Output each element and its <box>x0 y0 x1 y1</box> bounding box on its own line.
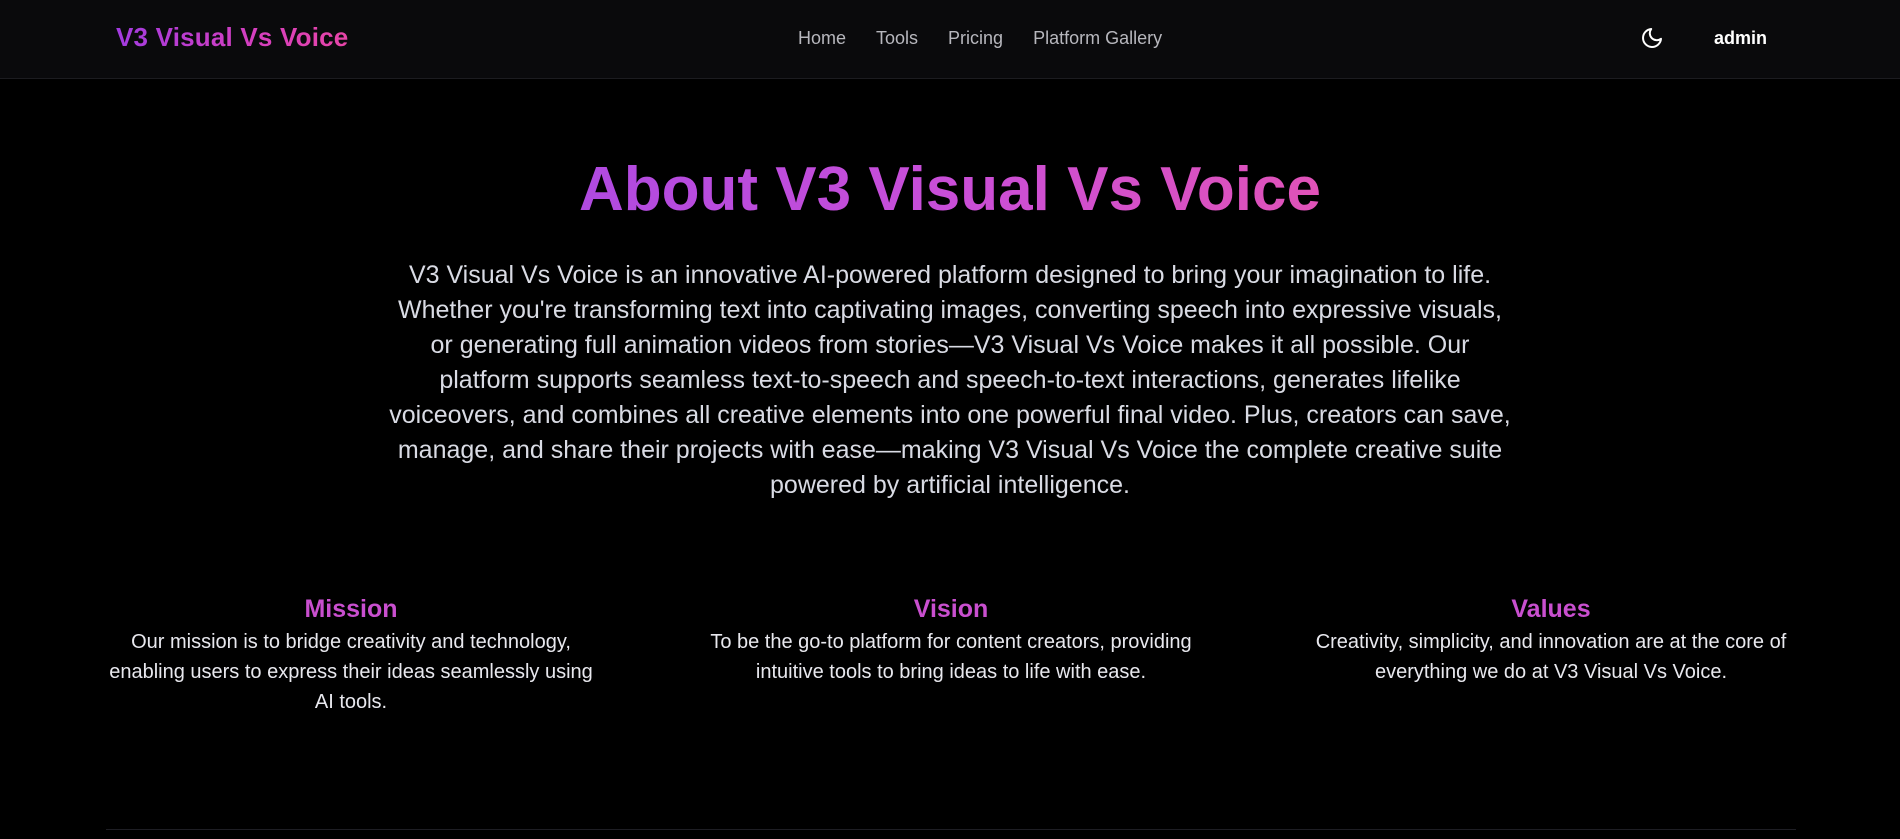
vision-heading: Vision <box>913 595 989 623</box>
moon-icon <box>1642 28 1662 48</box>
navbar: V3 Visual Vs Voice Home Tools Pricing Pl… <box>0 0 1900 79</box>
values-card: Values Creativity, simplicity, and innov… <box>1306 593 1796 717</box>
values-text: Creativity, simplicity, and innovation a… <box>1315 631 1787 683</box>
page-title: About V3 Visual Vs Voice <box>0 152 1900 228</box>
brand-logo-link[interactable]: V3 Visual Vs Voice <box>116 22 348 53</box>
vision-card: Vision To be the go-to platform for cont… <box>706 593 1196 717</box>
vision-text: To be the go-to platform for content cre… <box>710 631 1192 683</box>
footer-divider <box>106 829 1796 830</box>
main-nav: Home Tools Pricing Platform Gallery <box>798 28 1162 49</box>
nav-link-pricing[interactable]: Pricing <box>948 28 1003 49</box>
nav-link-platform-gallery[interactable]: Platform Gallery <box>1033 28 1162 49</box>
mission-heading: Mission <box>304 595 398 623</box>
values-row: Mission Our mission is to bridge creativ… <box>106 593 1796 717</box>
about-description: V3 Visual Vs Voice is an innovative AI-p… <box>389 261 1511 499</box>
mission-card: Mission Our mission is to bridge creativ… <box>106 593 596 717</box>
values-heading: Values <box>1511 595 1591 623</box>
mission-text: Our mission is to bridge creativity and … <box>109 631 593 713</box>
user-menu-link[interactable]: admin <box>1714 28 1767 49</box>
nav-link-tools[interactable]: Tools <box>876 28 918 49</box>
nav-link-home[interactable]: Home <box>798 28 846 49</box>
page-title-text: About V3 Visual Vs Voice <box>579 155 1321 224</box>
theme-toggle-button[interactable] <box>1640 26 1664 50</box>
